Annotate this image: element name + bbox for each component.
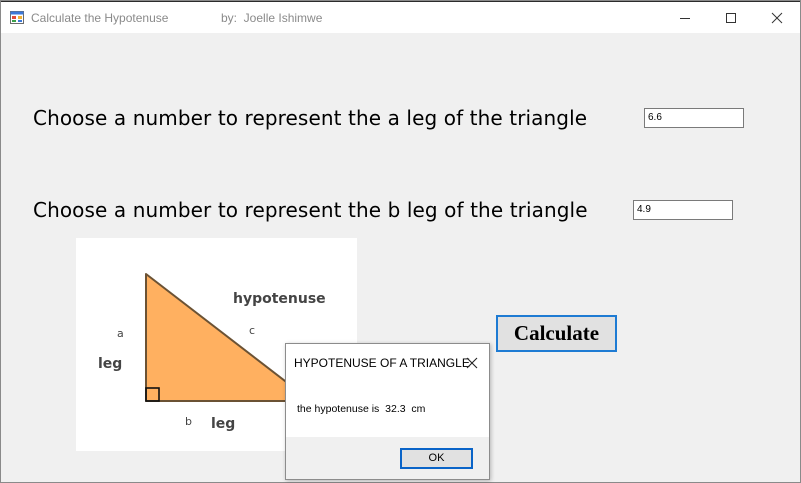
b-label: b [185,415,192,428]
ok-button[interactable]: OK [400,448,473,469]
leg-a-label: leg [98,356,122,372]
dialog-title: HYPOTENUSE OF A TRIANGLE [294,356,470,370]
leg-b-label: leg [211,416,235,432]
window-title: Calculate the Hypotenuse [31,11,169,25]
dialog-footer: OK [286,437,489,479]
leg-a-prompt: Choose a number to represent the a leg o… [33,106,588,130]
calculate-button[interactable]: Calculate [496,315,617,352]
close-button[interactable] [754,2,800,33]
maximize-button[interactable] [708,2,754,33]
window-author: by: Joelle Ishimwe [221,11,323,25]
hypotenuse-label: hypotenuse [233,291,326,307]
result-dialog: HYPOTENUSE OF A TRIANGLE the hypotenuse … [285,343,490,480]
app-icon [10,11,24,24]
c-label: c [249,324,255,337]
a-label: a [117,327,124,340]
maximize-icon [726,13,736,23]
title-bar[interactable]: Calculate the Hypotenuse by: Joelle Ishi… [1,2,800,33]
minimize-button[interactable] [662,2,708,33]
dialog-message: the hypotenuse is 32.3 cm [297,403,426,415]
leg-b-prompt: Choose a number to represent the b leg o… [33,198,588,222]
close-icon [771,12,783,24]
dialog-close-icon[interactable] [465,356,479,370]
leg-b-input[interactable]: 4.9 [633,200,733,220]
app-window: Calculate the Hypotenuse by: Joelle Ishi… [0,0,801,483]
leg-a-input[interactable]: 6.6 [644,108,744,128]
minimize-icon [680,18,690,19]
